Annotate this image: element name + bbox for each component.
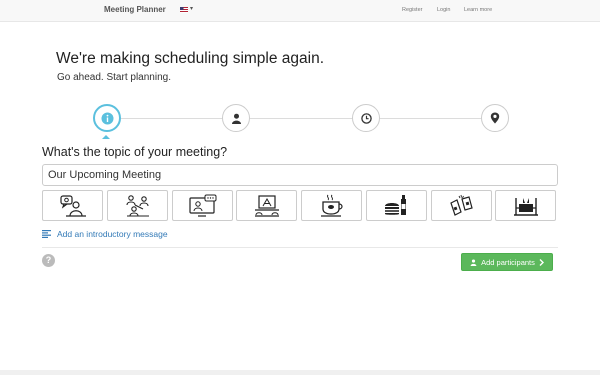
lunch-icon	[384, 194, 406, 215]
step-who[interactable]	[222, 104, 250, 132]
person-icon	[470, 258, 477, 266]
add-participants-label: Add participants	[481, 257, 535, 267]
footer-bar	[0, 370, 600, 375]
step-when[interactable]	[352, 104, 380, 132]
align-left-icon	[42, 230, 51, 238]
dinner-icon	[513, 197, 538, 216]
topic-picker	[42, 190, 558, 222]
question-circle-icon[interactable]: ?	[42, 254, 55, 267]
add-intro-message-link[interactable]: Add an introductory message	[42, 228, 168, 240]
topic-presentation[interactable]	[236, 190, 297, 221]
info-icon	[101, 112, 113, 124]
one-on-one-icon	[59, 194, 86, 217]
topic-team-meeting[interactable]	[107, 190, 168, 221]
us-flag-icon[interactable]	[180, 7, 188, 13]
coffee-icon	[320, 194, 343, 217]
page-subline: Go ahead. Start planning.	[57, 72, 171, 83]
step-where[interactable]	[481, 104, 509, 132]
language-caret-icon[interactable]: ▾	[190, 5, 193, 12]
active-step-indicator	[102, 135, 110, 139]
clock-icon	[360, 112, 372, 124]
learn-more-link[interactable]: Learn more	[464, 7, 492, 13]
person-icon	[231, 113, 241, 124]
topic-video-conference[interactable]	[172, 190, 233, 221]
register-link[interactable]: Register	[402, 7, 422, 13]
form-divider	[42, 247, 558, 248]
navbar: Meeting Planner ▾ Register Login Learn m…	[0, 0, 600, 22]
topic-drinks[interactable]	[431, 190, 492, 221]
presentation-icon	[254, 194, 279, 217]
login-link[interactable]: Login	[437, 7, 450, 13]
page-headline: We're making scheduling simple again.	[56, 50, 325, 67]
add-participants-button[interactable]: Add participants	[461, 253, 553, 271]
video-conference-icon	[188, 194, 216, 217]
topic-question: What's the topic of your meeting?	[42, 145, 228, 159]
brand-logo[interactable]: Meeting Planner	[104, 5, 166, 14]
map-marker-icon	[490, 112, 500, 124]
topic-lunch[interactable]	[366, 190, 427, 221]
drinks-icon	[449, 194, 473, 216]
chevron-right-icon	[539, 258, 544, 266]
team-meeting-icon	[125, 194, 149, 217]
topic-one-on-one[interactable]	[42, 190, 103, 221]
topic-dinner[interactable]	[495, 190, 556, 221]
topic-coffee[interactable]	[301, 190, 362, 221]
add-intro-message-label[interactable]: Add an introductory message	[57, 229, 168, 239]
steps-connector	[107, 118, 495, 119]
subject-input[interactable]	[42, 164, 558, 186]
step-what[interactable]	[93, 104, 121, 132]
